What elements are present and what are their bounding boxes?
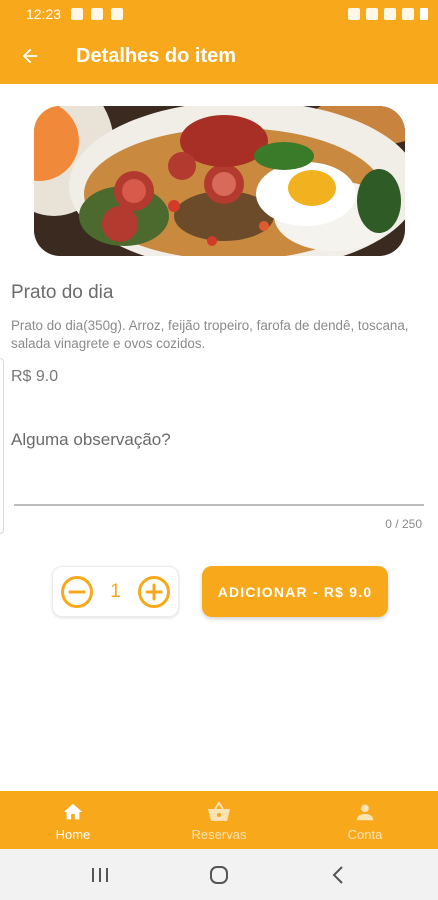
battery-icon bbox=[420, 8, 428, 20]
system-back-button[interactable] bbox=[318, 855, 358, 895]
screen: 12:23 Detalhes do item Prato do dia Prat… bbox=[0, 0, 438, 900]
back-button[interactable] bbox=[2, 28, 58, 84]
nav-label-reservas: Reservas bbox=[191, 826, 247, 842]
side-edge-divider bbox=[0, 358, 4, 534]
status-bar: 12:23 bbox=[0, 0, 438, 28]
nav-label-home: Home bbox=[55, 826, 91, 842]
status-right-icons bbox=[348, 8, 428, 20]
minus-circle-icon bbox=[61, 575, 93, 608]
nav-item-reservas[interactable]: Reservas bbox=[146, 791, 292, 849]
increase-quantity-button[interactable] bbox=[137, 575, 171, 609]
bottom-nav: Home Reservas Conta bbox=[0, 791, 438, 849]
chevron-left-icon bbox=[332, 865, 344, 884]
page-title: Detalhes do item bbox=[76, 44, 237, 67]
nav-item-conta[interactable]: Conta bbox=[292, 791, 438, 849]
item-image bbox=[34, 106, 405, 256]
quantity-value: 1 bbox=[110, 580, 121, 602]
image-notification-icon bbox=[71, 8, 84, 20]
wifi-icon bbox=[384, 8, 396, 20]
plus-circle-icon bbox=[137, 575, 170, 608]
observation-counter: 0 / 250 bbox=[385, 517, 422, 531]
system-nav-bar bbox=[0, 849, 438, 900]
signal-icon bbox=[402, 8, 414, 20]
recent-apps-icon bbox=[91, 867, 108, 882]
item-name: Prato do dia bbox=[11, 282, 114, 303]
app-notification-icon bbox=[91, 8, 104, 20]
add-to-cart-button[interactable]: ADICIONAR - R$ 9.0 bbox=[202, 566, 388, 617]
nav-item-home[interactable]: Home bbox=[0, 791, 146, 849]
status-left-icons bbox=[71, 8, 124, 20]
alarm-icon bbox=[348, 8, 360, 20]
observation-input[interactable] bbox=[14, 456, 424, 506]
recent-apps-button[interactable] bbox=[80, 855, 120, 895]
home-icon bbox=[60, 799, 86, 825]
item-description: Prato do dia(350g). Arroz, feijão tropei… bbox=[11, 318, 409, 351]
arrow-back-icon bbox=[22, 48, 38, 64]
home-circle-icon bbox=[209, 865, 228, 884]
quantity-stepper: 1 bbox=[52, 566, 179, 617]
system-home-button[interactable] bbox=[199, 855, 239, 895]
basket-icon bbox=[206, 799, 232, 825]
nav-label-conta: Conta bbox=[347, 826, 383, 842]
observation-label: Alguma observação? bbox=[11, 430, 171, 449]
person-icon bbox=[352, 799, 378, 825]
status-time: 12:23 bbox=[26, 6, 62, 22]
item-price: R$ 9.0 bbox=[11, 368, 59, 385]
decrease-quantity-button[interactable] bbox=[60, 575, 94, 609]
nfc-icon bbox=[366, 8, 378, 20]
app-bar: Detalhes do item bbox=[0, 28, 438, 84]
grid-notification-icon bbox=[111, 8, 124, 20]
